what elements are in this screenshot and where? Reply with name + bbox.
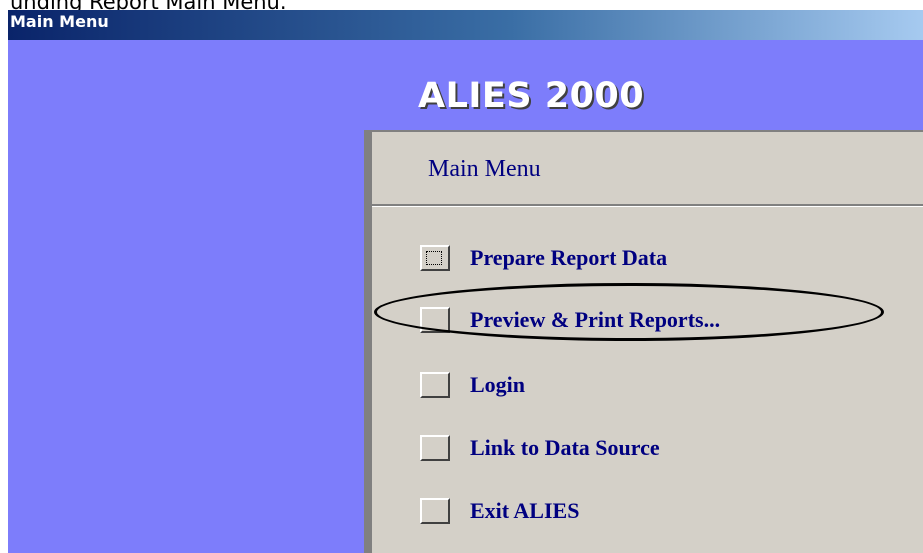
menu-item-label: Login: [470, 372, 526, 397]
menu-item-label: Link to Data Source: [470, 435, 660, 460]
menu-item-link-to-data-source[interactable]: Link to Data Source: [420, 431, 660, 465]
login-button[interactable]: [420, 372, 450, 398]
main-menu-panel: Main Menu Prepare Report Data Preview & …: [364, 130, 923, 553]
main-menu-window: Main Menu ALIES 2000 Main Menu Prepare R…: [8, 10, 923, 553]
app-title: ALIES 2000: [418, 76, 645, 116]
panel-header: Main Menu: [428, 156, 541, 182]
menu-item-login[interactable]: Login: [420, 368, 525, 402]
title-bar[interactable]: Main Menu: [8, 10, 923, 40]
menu-item-label: Exit ALIES: [470, 498, 580, 523]
menu-item-exit-alies[interactable]: Exit ALIES: [420, 494, 579, 528]
prepare-report-data-button[interactable]: [420, 245, 450, 271]
menu-item-label: Preview & Print Reports...: [470, 307, 721, 332]
menu-item-prepare-report-data[interactable]: Prepare Report Data: [420, 241, 667, 275]
panel-divider: [372, 204, 923, 207]
window-title: Main Menu: [10, 12, 109, 31]
link-to-data-source-button[interactable]: [420, 435, 450, 461]
menu-item-label: Prepare Report Data: [470, 245, 668, 270]
preview-print-reports-button[interactable]: [420, 307, 450, 333]
exit-alies-button[interactable]: [420, 498, 450, 524]
menu-item-preview-print-reports[interactable]: Preview & Print Reports...: [420, 303, 720, 337]
